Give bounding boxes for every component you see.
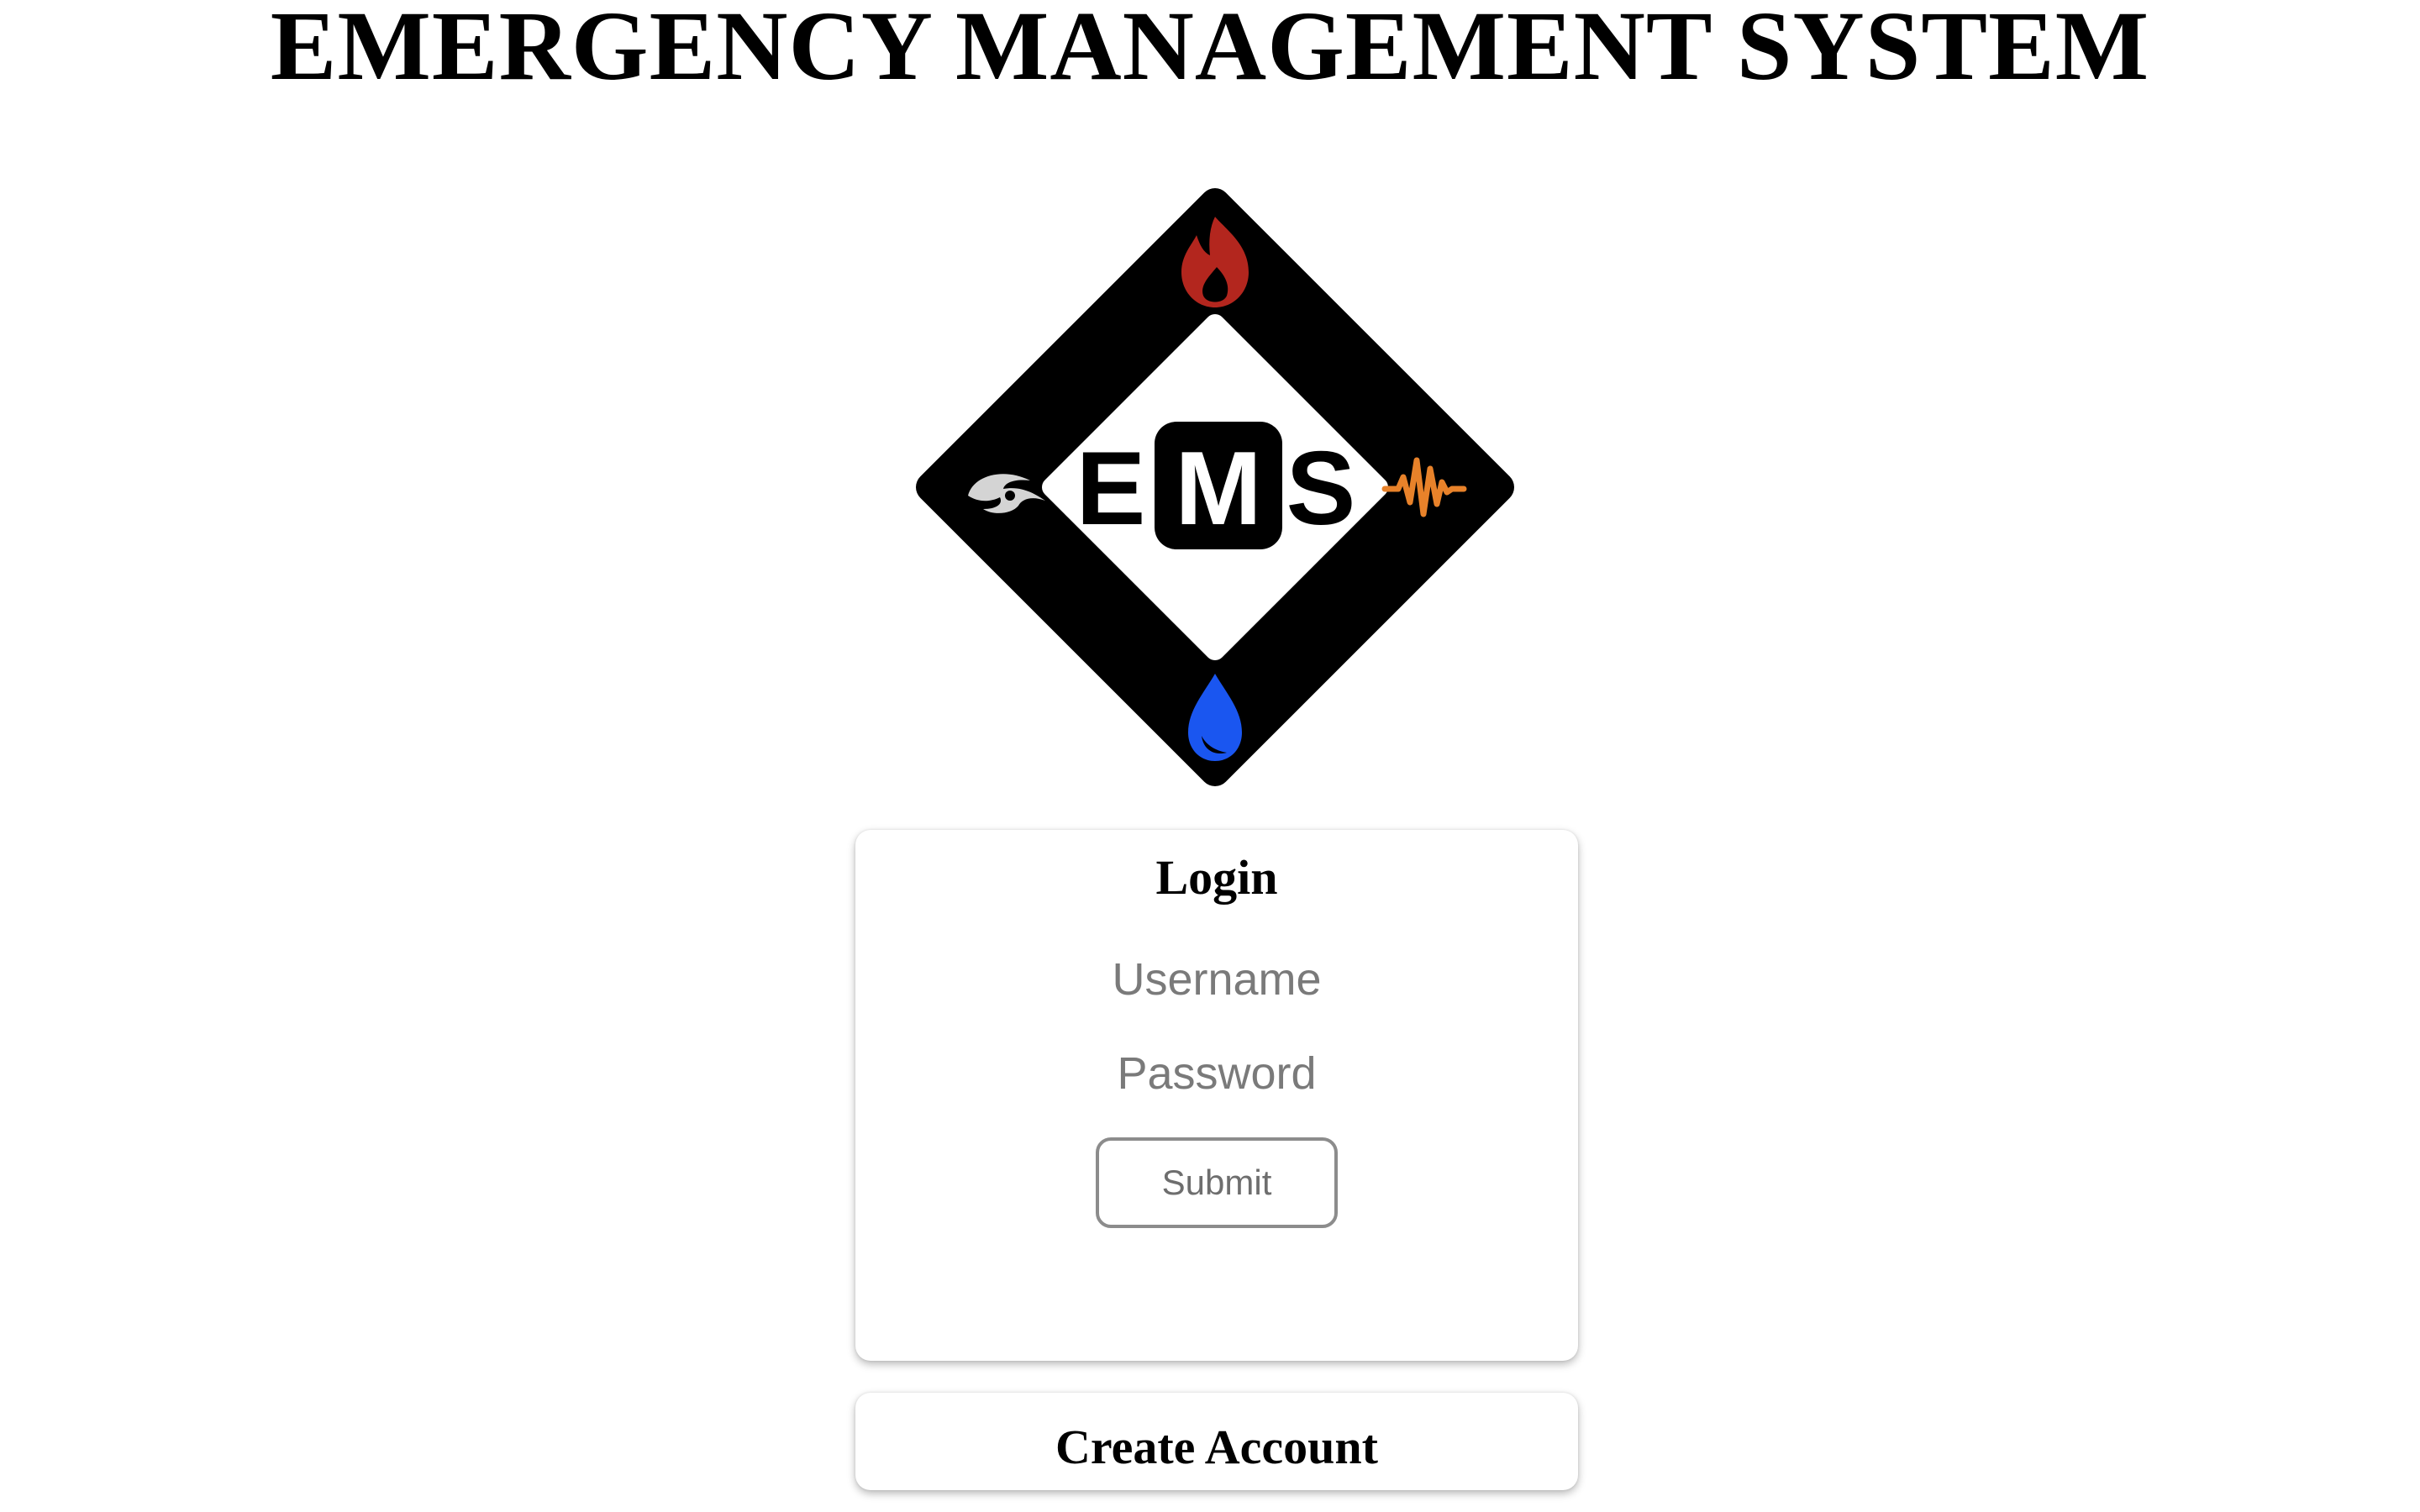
submit-button[interactable]: Submit (1096, 1137, 1338, 1228)
logo-letter-m: M (1175, 431, 1261, 547)
create-account-link[interactable]: Create Account (855, 1418, 1578, 1477)
password-input[interactable] (1049, 1040, 1385, 1107)
ems-logo: E M S (914, 186, 1516, 788)
logo-letter-e: E (1076, 431, 1146, 547)
login-title: Login (1155, 850, 1278, 905)
login-card: Login Submit (855, 830, 1578, 1361)
logo-letter-s: S (1286, 431, 1356, 547)
create-account-card[interactable]: Create Account (855, 1393, 1578, 1490)
username-input[interactable] (1049, 946, 1385, 1013)
page-title: EMERGENCY MANAGEMENT SYSTEM (270, 0, 2150, 101)
